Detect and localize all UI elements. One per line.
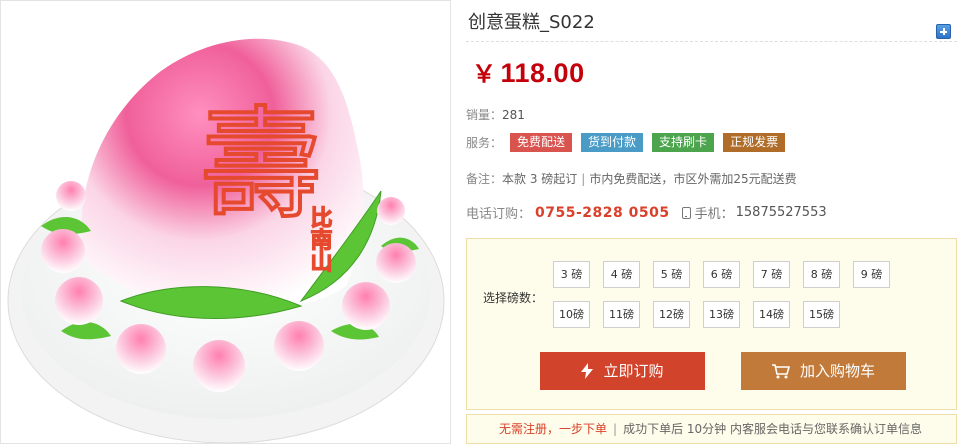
add-to-cart-button[interactable]: 加入购物车	[741, 352, 906, 390]
note-min-order: 本款 3 磅起订	[502, 172, 578, 186]
weight-select-label: 选择磅数：	[483, 291, 544, 305]
weight-option[interactable]: 15磅	[803, 301, 840, 328]
phones-row: 电话订购： 0755-2828 0505 手机： 15875527553	[466, 203, 827, 223]
weight-option[interactable]: 14磅	[753, 301, 790, 328]
weight-option[interactable]: 13磅	[703, 301, 740, 328]
mobile-label: 手机：	[694, 207, 734, 222]
shopping-cart-icon	[771, 363, 790, 378]
service-tag-invoice: 正规发票	[723, 133, 786, 152]
phone-number[interactable]: 0755-2828 0505	[535, 205, 670, 221]
sales-row: 销量：281	[466, 106, 525, 123]
order-notice-highlight: 无需注册，一步下单	[499, 422, 608, 436]
weight-option[interactable]: 8 磅	[803, 261, 840, 288]
note-label: 备注：	[466, 172, 503, 186]
service-tag-cod: 货到付款	[581, 133, 644, 152]
weight-option[interactable]: 7 磅	[753, 261, 790, 288]
cake-side-text: 比南山	[307, 206, 332, 272]
weight-option[interactable]: 4 磅	[603, 261, 640, 288]
product-title: 创意蛋糕_S022	[468, 12, 595, 33]
note-delivery: 市内免费配送，市区外需加25元配送费	[589, 172, 797, 186]
weight-option[interactable]: 6 磅	[703, 261, 740, 288]
buy-now-button[interactable]: 立即订购	[540, 352, 705, 390]
cake-illustration: 壽 比南山	[7, 38, 445, 443]
weight-selection-box: 选择磅数： 3 磅 4 磅 5 磅 6 磅 7 磅 8 磅 9 磅 10磅 11…	[466, 238, 957, 410]
weight-option[interactable]: 11磅	[603, 301, 640, 328]
service-tag-card: 支持刷卡	[652, 133, 715, 152]
expand-plus-icon[interactable]	[936, 24, 951, 39]
title-row: 创意蛋糕_S022	[466, 4, 957, 42]
service-tag-free-delivery: 免费配送	[510, 133, 573, 152]
add-to-cart-label: 加入购物车	[799, 362, 875, 380]
currency-symbol: ￥	[472, 61, 497, 88]
price-value: 118.00	[500, 58, 585, 88]
weight-option[interactable]: 12磅	[653, 301, 690, 328]
buy-now-label: 立即订购	[603, 362, 664, 380]
weight-option[interactable]: 3 磅	[553, 261, 590, 288]
mobile-number[interactable]: 15875527553	[736, 205, 827, 220]
order-notice: 无需注册，一步下单 | 成功下单后 10分钟 内客服会电话与您联系确认订单信息	[466, 414, 957, 444]
lightning-icon	[581, 363, 594, 379]
order-notice-text: 成功下单后 10分钟 内客服会电话与您联系确认订单信息	[623, 422, 922, 436]
sales-value: 281	[502, 108, 525, 122]
weight-option[interactable]: 5 磅	[653, 261, 690, 288]
weight-option[interactable]: 10磅	[553, 301, 590, 328]
mobile-phone-icon	[681, 206, 691, 219]
product-image[interactable]: 壽 比南山	[0, 0, 451, 444]
weight-option[interactable]: 9 磅	[853, 261, 890, 288]
cake-char-shou: 壽	[201, 96, 321, 235]
product-info: 创意蛋糕_S022 ￥ 118.00 销量：281 服务： 免费配送 货到付款 支…	[466, 0, 957, 444]
phone-label: 电话订购：	[466, 207, 532, 222]
note-separator: |	[581, 172, 586, 186]
sales-label: 销量：	[466, 108, 503, 122]
note-row: 备注：本款 3 磅起订 | 市内免费配送，市区外需加25元配送费	[466, 170, 797, 187]
services-row: 服务： 免费配送 货到付款 支持刷卡 正规发票	[466, 133, 794, 152]
services-label: 服务：	[466, 136, 503, 150]
order-notice-separator: |	[613, 422, 618, 436]
product-price: ￥ 118.00	[472, 54, 585, 89]
